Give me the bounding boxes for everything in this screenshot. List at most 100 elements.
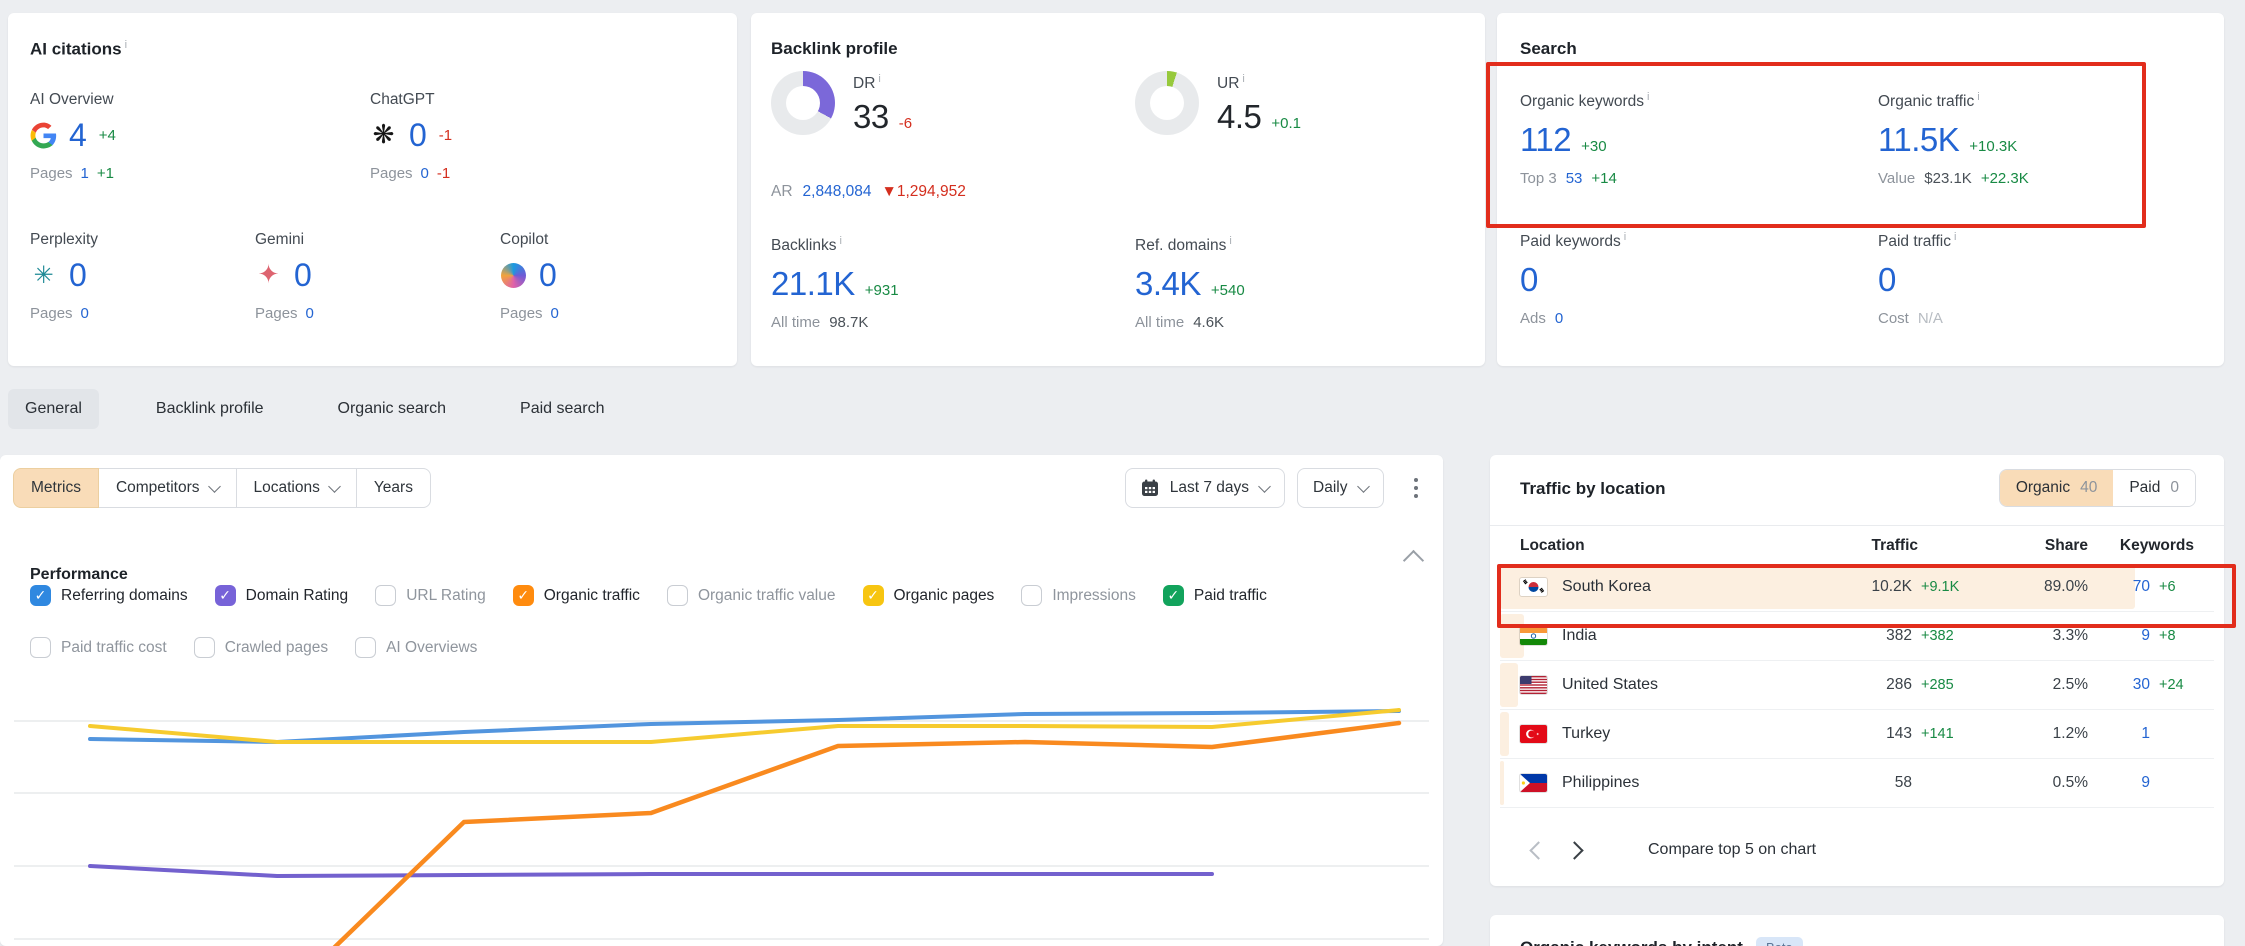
keywords-value[interactable]: 1: [2088, 725, 2150, 743]
keywords-delta: +8: [2150, 628, 2194, 644]
ai-value-row: ✳0: [30, 259, 245, 291]
more-options-button[interactable]: [1404, 472, 1429, 505]
organic-keywords-value[interactable]: 112: [1520, 123, 1571, 156]
ar-value[interactable]: 2,848,084: [803, 183, 872, 201]
paid-keywords-value[interactable]: 0: [1520, 263, 1538, 296]
info-icon: i: [125, 39, 127, 51]
keywords-value[interactable]: 9: [2088, 774, 2150, 792]
keywords-value[interactable]: 9: [2088, 627, 2150, 645]
backlinks-alltime-label: All time: [771, 314, 820, 331]
metric-value-row: 0: [1878, 263, 1956, 296]
keywords-value[interactable]: 30: [2088, 676, 2150, 694]
location-cell: United States: [1520, 676, 1800, 694]
collapse-section-icon[interactable]: [1403, 550, 1424, 571]
checkbox-label: Impressions: [1052, 587, 1136, 605]
traffic-value: 10.2K: [1800, 578, 1912, 596]
ai-citation-chatgpt: ChatGPT❋0-1Pages0-1: [370, 91, 585, 182]
divider: [1490, 525, 2224, 526]
metric-checkbox-row-1: ✓Referring domains ✓ Domain Rating URL Rati…: [30, 585, 1267, 606]
backlinks-block: Backlinksi 21.1K +931 All time 98.7K: [771, 235, 899, 331]
date-range-label: Last 7 days: [1170, 479, 1249, 497]
ur-value: 4.5: [1217, 100, 1261, 133]
segment-label: Years: [374, 479, 413, 497]
location-row[interactable]: Turkey143+1411.2%1: [1500, 710, 2214, 759]
checkbox-paid-traffic[interactable]: ✓Paid traffic: [1163, 585, 1267, 606]
checkbox-label: Crawled pages: [225, 639, 328, 657]
checkbox-domain-rating[interactable]: ✓ Domain Rating: [215, 585, 349, 606]
metric-value-row: 0: [1520, 263, 1626, 296]
traffic-delta: +9.1K: [1912, 579, 1968, 595]
info-icon: i: [1647, 91, 1649, 103]
checkbox-organic-pages[interactable]: ✓Organic pages: [863, 585, 995, 606]
checkbox-organic-traffic[interactable]: ✓Organic traffic: [513, 585, 640, 606]
organic-keywords-label: Organic keywordsi: [1520, 91, 1650, 111]
toggle-paid[interactable]: Paid0: [2113, 470, 2195, 506]
ai-source-label: Copilot: [500, 231, 715, 249]
location-row[interactable]: Philippines580.5%9: [1500, 759, 2214, 808]
location-name: Philippines: [1562, 774, 1639, 792]
share-cell: 2.5%: [1968, 676, 2088, 694]
domain-rating-donut: [771, 71, 835, 135]
tab-general[interactable]: General: [8, 389, 99, 429]
segment-label: Competitors: [116, 479, 200, 497]
chevron-down-icon: [1258, 480, 1271, 493]
sub-value: Pages: [30, 165, 73, 182]
toggle-organic[interactable]: Organic40: [2000, 470, 2114, 506]
location-name: United States: [1562, 676, 1658, 694]
backlinks-value[interactable]: 21.1K: [771, 267, 855, 300]
in-flag-icon: [1520, 627, 1547, 645]
toolbar-right: Last 7 days Daily: [1125, 468, 1428, 508]
location-row[interactable]: India382+3823.3%9+8: [1500, 612, 2214, 661]
chart-line-domain-rating: [90, 866, 1212, 876]
keywords-value[interactable]: 70: [2088, 578, 2150, 596]
checkbox-ai-overviews[interactable]: AI Overviews: [355, 637, 477, 658]
checkbox-paid-traffic-cost[interactable]: Paid traffic cost: [30, 637, 167, 658]
ai-pages-row: Pages0: [255, 305, 470, 322]
segment-years[interactable]: Years: [356, 468, 431, 508]
paid-traffic-value[interactable]: 0: [1878, 263, 1896, 296]
ai-citation-copilot: Copilot0Pages0: [500, 231, 715, 322]
sub-value: N/A: [1918, 310, 1943, 327]
checkbox-organic-traffic-value[interactable]: Organic traffic value: [667, 585, 836, 606]
checkbox-box-icon: [375, 585, 396, 606]
traffic-cell: 382+382: [1800, 627, 1968, 645]
tab-paid-search[interactable]: Paid search: [503, 389, 622, 429]
chart-line-organic-traffic: [90, 723, 1399, 946]
granularity-button[interactable]: Daily: [1297, 468, 1383, 508]
share-cell: 89.0%: [1968, 578, 2088, 596]
tab-organic-search[interactable]: Organic search: [321, 389, 464, 429]
sub-value: Value: [1878, 170, 1915, 187]
next-page-button[interactable]: [1556, 832, 1592, 868]
info-icon: i: [1977, 91, 1979, 103]
location-row[interactable]: South Korea10.2K+9.1K89.0%70+6: [1500, 563, 2214, 612]
traffic-cell: 58: [1800, 774, 1968, 792]
checkbox-url-rating[interactable]: URL Rating: [375, 585, 486, 606]
sub-value: Pages: [370, 165, 413, 182]
location-name: South Korea: [1562, 578, 1651, 596]
compare-top5-link[interactable]: Compare top 5 on chart: [1648, 841, 1816, 859]
ref-domains-value[interactable]: 3.4K: [1135, 267, 1201, 300]
segment-competitors[interactable]: Competitors: [98, 468, 237, 508]
checkbox-label: Organic traffic value: [698, 587, 836, 605]
checkbox-crawled-pages[interactable]: Crawled pages: [194, 637, 328, 658]
traffic-delta: +382: [1912, 628, 1968, 644]
segment-metrics[interactable]: Metrics: [13, 468, 99, 508]
checkbox-box-icon: ✓: [215, 585, 236, 606]
segment-locations[interactable]: Locations: [236, 468, 357, 508]
ai-citations-value: 0: [294, 259, 312, 291]
search-title: Search: [1520, 39, 1577, 59]
checkbox-referring-domains[interactable]: ✓Referring domains: [30, 585, 188, 606]
checkbox-label: Domain Rating: [246, 587, 349, 605]
dr-value: 33: [853, 100, 889, 133]
location-row[interactable]: United States286+2852.5%30+24: [1500, 661, 2214, 710]
chatgpt-icon: ❋: [370, 122, 397, 149]
prev-page-button[interactable]: [1520, 832, 1556, 868]
sub-value: 0: [421, 165, 429, 182]
tab-backlink-profile[interactable]: Backlink profile: [139, 389, 281, 429]
date-range-button[interactable]: Last 7 days: [1125, 468, 1285, 508]
organic-traffic-value[interactable]: 11.5K: [1878, 123, 1959, 156]
sub-value: Cost: [1878, 310, 1909, 327]
checkbox-impressions[interactable]: Impressions: [1021, 585, 1136, 606]
filter-segments: Metrics Competitors Locations Years: [13, 468, 431, 508]
sub-value: 0: [306, 305, 314, 322]
